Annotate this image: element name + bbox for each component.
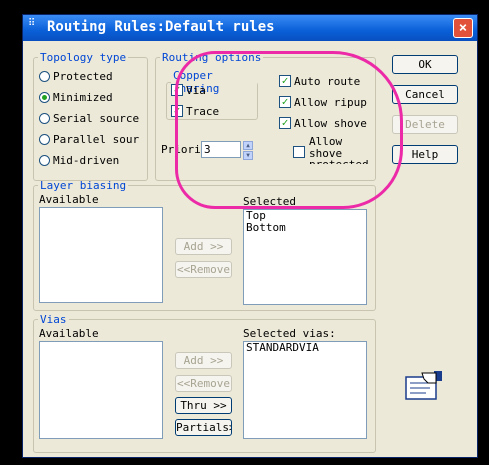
app-icon: ⠿ (28, 18, 36, 29)
help-pointer-icon (405, 371, 442, 400)
partials-button[interactable]: Partials>> (175, 419, 232, 436)
radio-protected-label[interactable]: Protected (53, 70, 113, 83)
title-bar[interactable]: ⠿ Routing Rules:Default rules × (23, 15, 477, 41)
layer-remove-button[interactable]: <<Remove (175, 261, 232, 278)
vias-add-button[interactable]: Add >> (175, 352, 232, 369)
layer-available-label: Available (39, 193, 99, 206)
radio-protected[interactable] (39, 71, 50, 82)
radio-mid-driven[interactable] (39, 155, 50, 166)
radio-minimized-label[interactable]: Minimized (53, 91, 113, 104)
radio-parallel-source-label[interactable]: Parallel sour (53, 133, 139, 146)
vias-available-list[interactable] (39, 341, 163, 439)
vias-available-label: Available (39, 327, 99, 340)
vias-selected-list[interactable]: STANDARDVIA (243, 341, 367, 439)
window-title: Routing Rules:Default rules (47, 19, 275, 35)
vias-selected-label: Selected vias: (243, 327, 336, 340)
topology-type-legend: Topology type (40, 51, 127, 64)
vias-remove-button[interactable]: <<Remove (175, 375, 232, 392)
layer-biasing-legend: Layer biasing (40, 179, 127, 192)
thru-button[interactable]: Thru >> (175, 397, 232, 414)
vias-legend: Vias (40, 313, 67, 326)
radio-minimized[interactable] (39, 92, 50, 103)
routing-rules-window: ⠿ Routing Rules:Default rules × Topology… (22, 14, 478, 458)
cancel-button[interactable]: Cancel (392, 85, 458, 104)
list-item[interactable]: STANDARDVIA (244, 342, 366, 354)
list-item[interactable]: Bottom (244, 222, 366, 234)
layer-available-list[interactable] (39, 207, 163, 303)
close-button[interactable]: × (453, 18, 473, 38)
layer-add-button[interactable]: Add >> (175, 238, 232, 255)
ok-button[interactable]: OK (392, 55, 458, 74)
radio-serial-source-label[interactable]: Serial source (53, 112, 139, 125)
radio-mid-driven-label[interactable]: Mid-driven (53, 154, 119, 167)
radio-serial-source[interactable] (39, 113, 50, 124)
radio-parallel-source[interactable] (39, 134, 50, 145)
layer-selected-list[interactable]: Top Bottom (243, 209, 367, 305)
highlight-annotation (175, 51, 403, 209)
